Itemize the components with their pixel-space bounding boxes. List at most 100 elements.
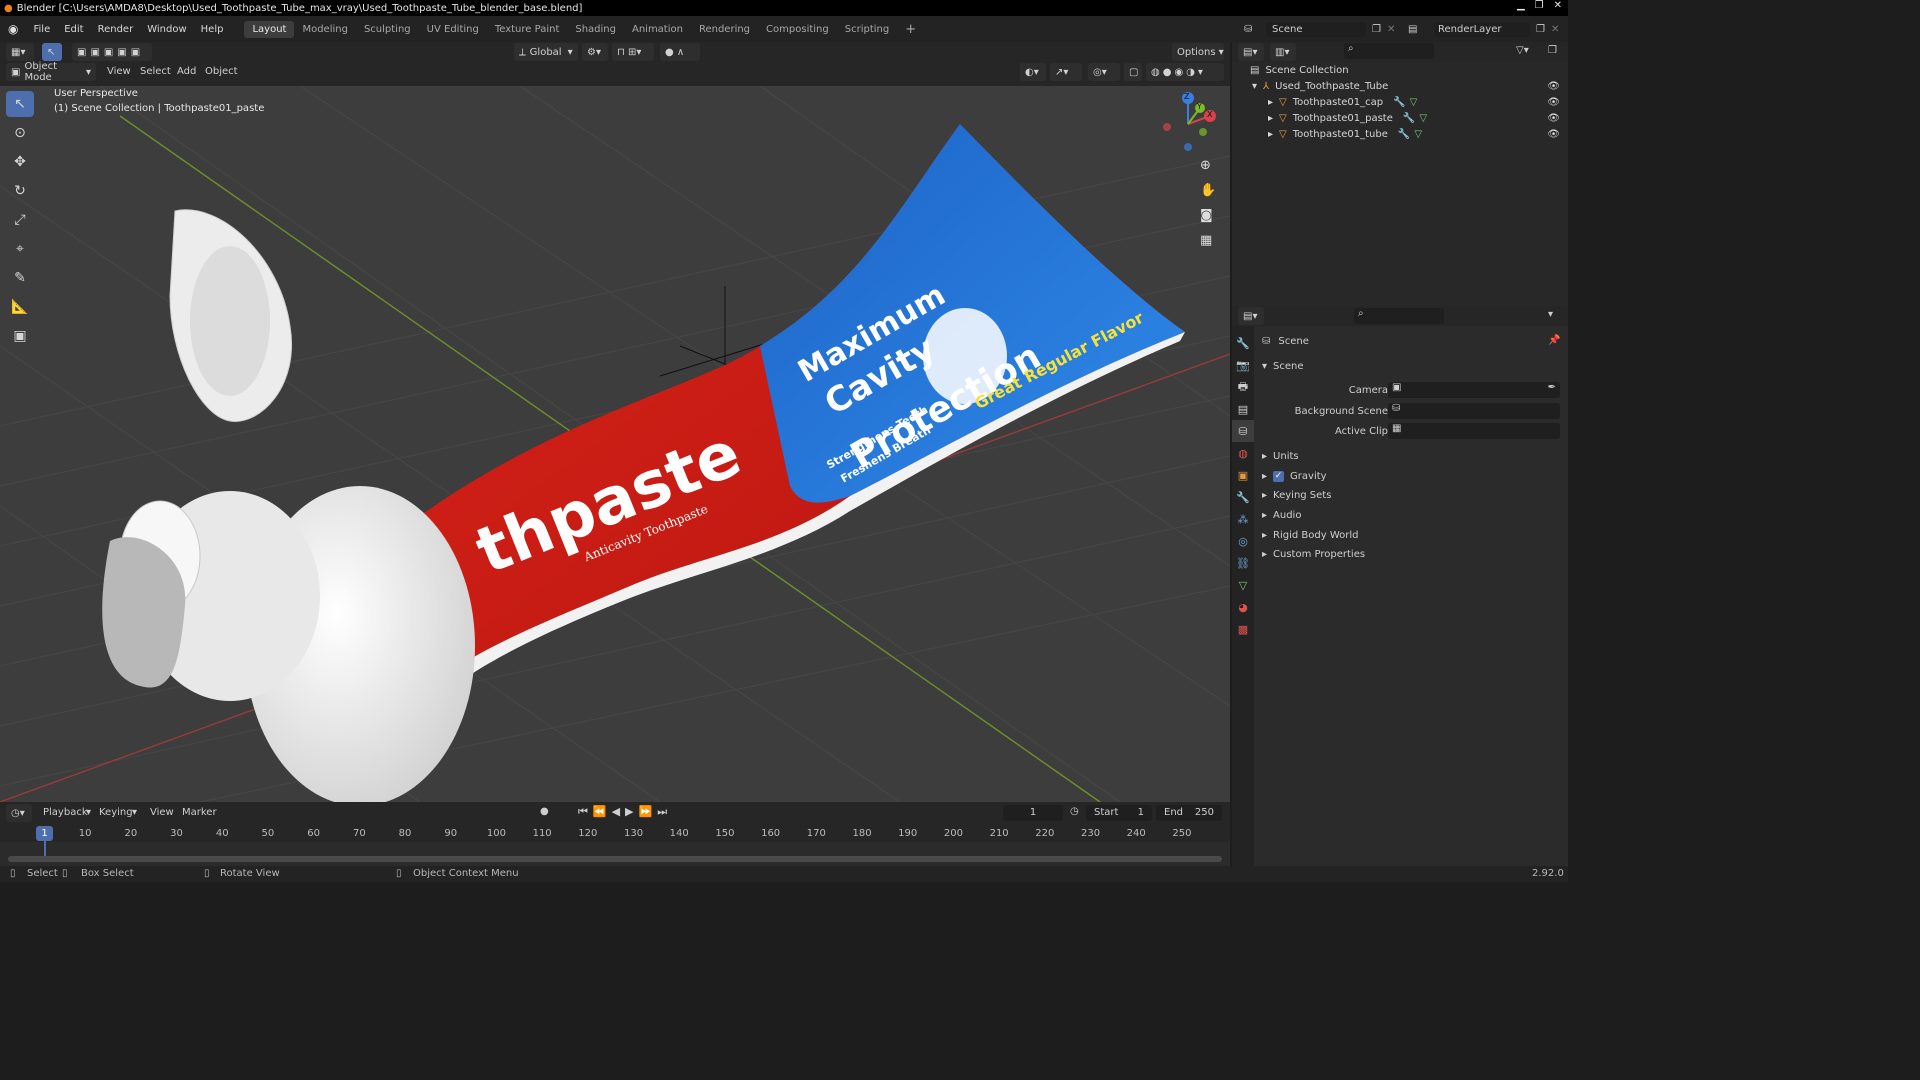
pin-icon[interactable]: 📌 [1548,335,1560,346]
eye-icon[interactable]: 👁 [1547,113,1560,124]
outliner-row-object[interactable]: ▸ ▽ Toothpaste01_paste 🔧 ▽ 👁 [1232,110,1568,126]
tab-rendering[interactable]: Rendering [691,21,758,38]
eye-icon[interactable]: 👁 [1547,129,1560,140]
visibility-toggle-icon[interactable]: ◐▾ [1020,63,1046,81]
menu-render[interactable]: Render [91,24,141,35]
display-mode-button[interactable]: ▥▾ [1270,43,1296,61]
filter-icon[interactable]: ▽▾ [1516,45,1529,56]
zoom-icon[interactable]: ⊕ [1200,158,1211,173]
xray-toggle-icon[interactable]: ▢ [1124,63,1142,81]
tab-uv-editing[interactable]: UV Editing [419,21,487,38]
particles-tab-icon[interactable]: ⁂ [1232,508,1254,530]
outliner-search-input[interactable]: ⌕ [1344,43,1434,59]
menu-timeline-view[interactable]: View [150,807,174,818]
outliner-editor-type-button[interactable]: ▤▾ [1238,43,1264,61]
viewlayer-selector[interactable]: RenderLayer [1434,21,1530,37]
playback-controls[interactable]: ⏮⏪◀▶⏩⏭ [578,805,672,819]
outliner-row-scene-collection[interactable]: ▤ Scene Collection [1232,62,1568,78]
tab-shading[interactable]: Shading [567,21,624,38]
playhead[interactable]: 1 [36,826,53,841]
select-box-tool-icon[interactable]: ↖ [6,91,34,117]
tab-animation[interactable]: Animation [624,21,691,38]
timeline-editor-type-button[interactable]: ◷▾ [6,804,32,822]
editor-type-button[interactable]: ▦▾ [6,43,34,61]
shading-mode-buttons[interactable]: ◍●◉◑▾ [1146,63,1224,81]
menu-object[interactable]: Object [205,66,238,77]
keying-sets-panel[interactable]: ▸ Keying Sets [1262,486,1331,504]
3d-viewport[interactable]: thpaste Anticavity Toothpaste Maximum Ca… [0,86,1230,802]
physics-tab-icon[interactable]: ◎ [1232,530,1254,552]
new-viewlayer-icon[interactable]: ❐ [1536,24,1545,35]
pivot-dropdown[interactable]: ⚙▾ [582,43,608,61]
minimize-icon[interactable]: ▁ [1517,0,1525,11]
background-scene-field[interactable]: ⛁ [1388,403,1560,419]
menu-playback[interactable]: Playback [43,807,88,818]
tab-scripting[interactable]: Scripting [837,21,897,38]
menu-select[interactable]: Select [140,66,171,77]
object-mode-dropdown[interactable]: ▣ Object Mode ▾ [6,61,96,83]
maximize-icon[interactable]: ❐ [1535,0,1544,11]
units-panel[interactable]: ▸ Units [1262,447,1299,465]
menu-add[interactable]: Add [177,66,196,77]
world-tab-icon[interactable]: ◍ [1232,442,1254,464]
scene-selector[interactable]: Scene [1266,21,1366,37]
tool-tab-icon[interactable]: 🔧 [1232,332,1254,354]
outliner-row-object[interactable]: ▸ ▽ Toothpaste01_cap 🔧 ▽ 👁 [1232,94,1568,110]
select-tool-button[interactable]: ↖ [42,43,62,61]
expand-arrow-icon[interactable]: ▸ [1268,129,1273,140]
texture-tab-icon[interactable]: ▩ [1232,618,1254,640]
scene-section-header[interactable]: ▾ Scene [1262,357,1304,375]
annotate-tool-icon[interactable]: ✎ [6,265,34,291]
tab-texture-paint[interactable]: Texture Paint [487,21,568,38]
custom-properties-panel[interactable]: ▸ Custom Properties [1262,545,1365,563]
current-frame-field[interactable]: 1 [1003,805,1063,821]
add-workspace-button[interactable]: + [897,19,924,40]
gravity-checkbox[interactable]: ✓ [1273,470,1285,482]
selection-mode-buttons[interactable]: ▣▣▣▣▣ [72,43,152,61]
tab-layout[interactable]: Layout [244,20,295,38]
options-dropdown[interactable]: Options ▾ [1172,43,1224,61]
active-clip-field[interactable]: ▦ [1388,423,1560,439]
scene-tab-icon[interactable]: ⛁ [1232,420,1254,442]
record-keyframe-icon[interactable]: ● [540,806,549,817]
constraints-tab-icon[interactable]: ⛓ [1232,552,1254,574]
snap-buttons[interactable]: ⊓ ⊞▾ [612,43,654,61]
rotate-tool-icon[interactable]: ↻ [6,178,34,204]
blender-menu-icon[interactable]: ◉ [0,22,26,36]
navigation-gizmo[interactable]: Z Y X [1158,92,1222,156]
view-layer-tab-icon[interactable]: ▤ [1232,398,1254,420]
eye-icon[interactable]: 👁 [1547,81,1560,92]
tab-compositing[interactable]: Compositing [758,21,837,38]
cursor-tool-icon[interactable]: ⊙ [6,120,34,146]
ortho-toggle-icon[interactable]: ▦ [1200,233,1212,248]
end-frame-field[interactable]: End 250 [1156,805,1222,821]
timeline-area[interactable]: 1 10 20 30 40 50 60 70 80 90 100 110 120 130 140 150 16… [0,824,1230,866]
data-tab-icon[interactable]: ▽ [1232,574,1254,596]
pan-hand-icon[interactable]: ✋ [1200,183,1216,198]
expand-arrow-icon[interactable]: ▾ [1252,81,1257,92]
start-frame-field[interactable]: Start 1 [1086,805,1152,821]
gizmo-toggle-icon[interactable]: ↗▾ [1050,63,1082,81]
transform-tool-icon[interactable]: ⌖ [6,236,34,262]
eyedropper-icon[interactable]: ✒ [1548,382,1556,393]
expand-arrow-icon[interactable]: ▸ [1268,97,1273,108]
menu-keying[interactable]: Keying [99,807,133,818]
object-tab-icon[interactable]: ▣ [1232,464,1254,486]
remove-viewlayer-icon[interactable]: ✕ [1551,24,1559,35]
camera-view-icon[interactable]: ◙ [1200,208,1213,223]
properties-editor-type-button[interactable]: ▤▾ [1238,307,1264,325]
overlay-toggle-icon[interactable]: ◎▾ [1088,63,1120,81]
render-tab-icon[interactable]: 📷 [1232,354,1254,376]
menu-help[interactable]: Help [194,24,231,35]
menu-edit[interactable]: Edit [57,24,90,35]
chevron-down-icon[interactable]: ▾ [1548,309,1553,320]
properties-search-input[interactable]: ⌕ [1354,308,1444,324]
measure-tool-icon[interactable]: 📐 [6,294,34,320]
outliner-row-object[interactable]: ▸ ▽ Toothpaste01_tube 🔧 ▽ 👁 [1232,126,1568,142]
move-tool-icon[interactable]: ✥ [6,149,34,175]
menu-view[interactable]: View [107,66,131,77]
rigid-body-world-panel[interactable]: ▸ Rigid Body World [1262,526,1359,544]
menu-window[interactable]: Window [140,24,193,35]
menu-marker[interactable]: Marker [182,807,217,818]
modifier-tab-icon[interactable]: 🔧 [1232,486,1254,508]
